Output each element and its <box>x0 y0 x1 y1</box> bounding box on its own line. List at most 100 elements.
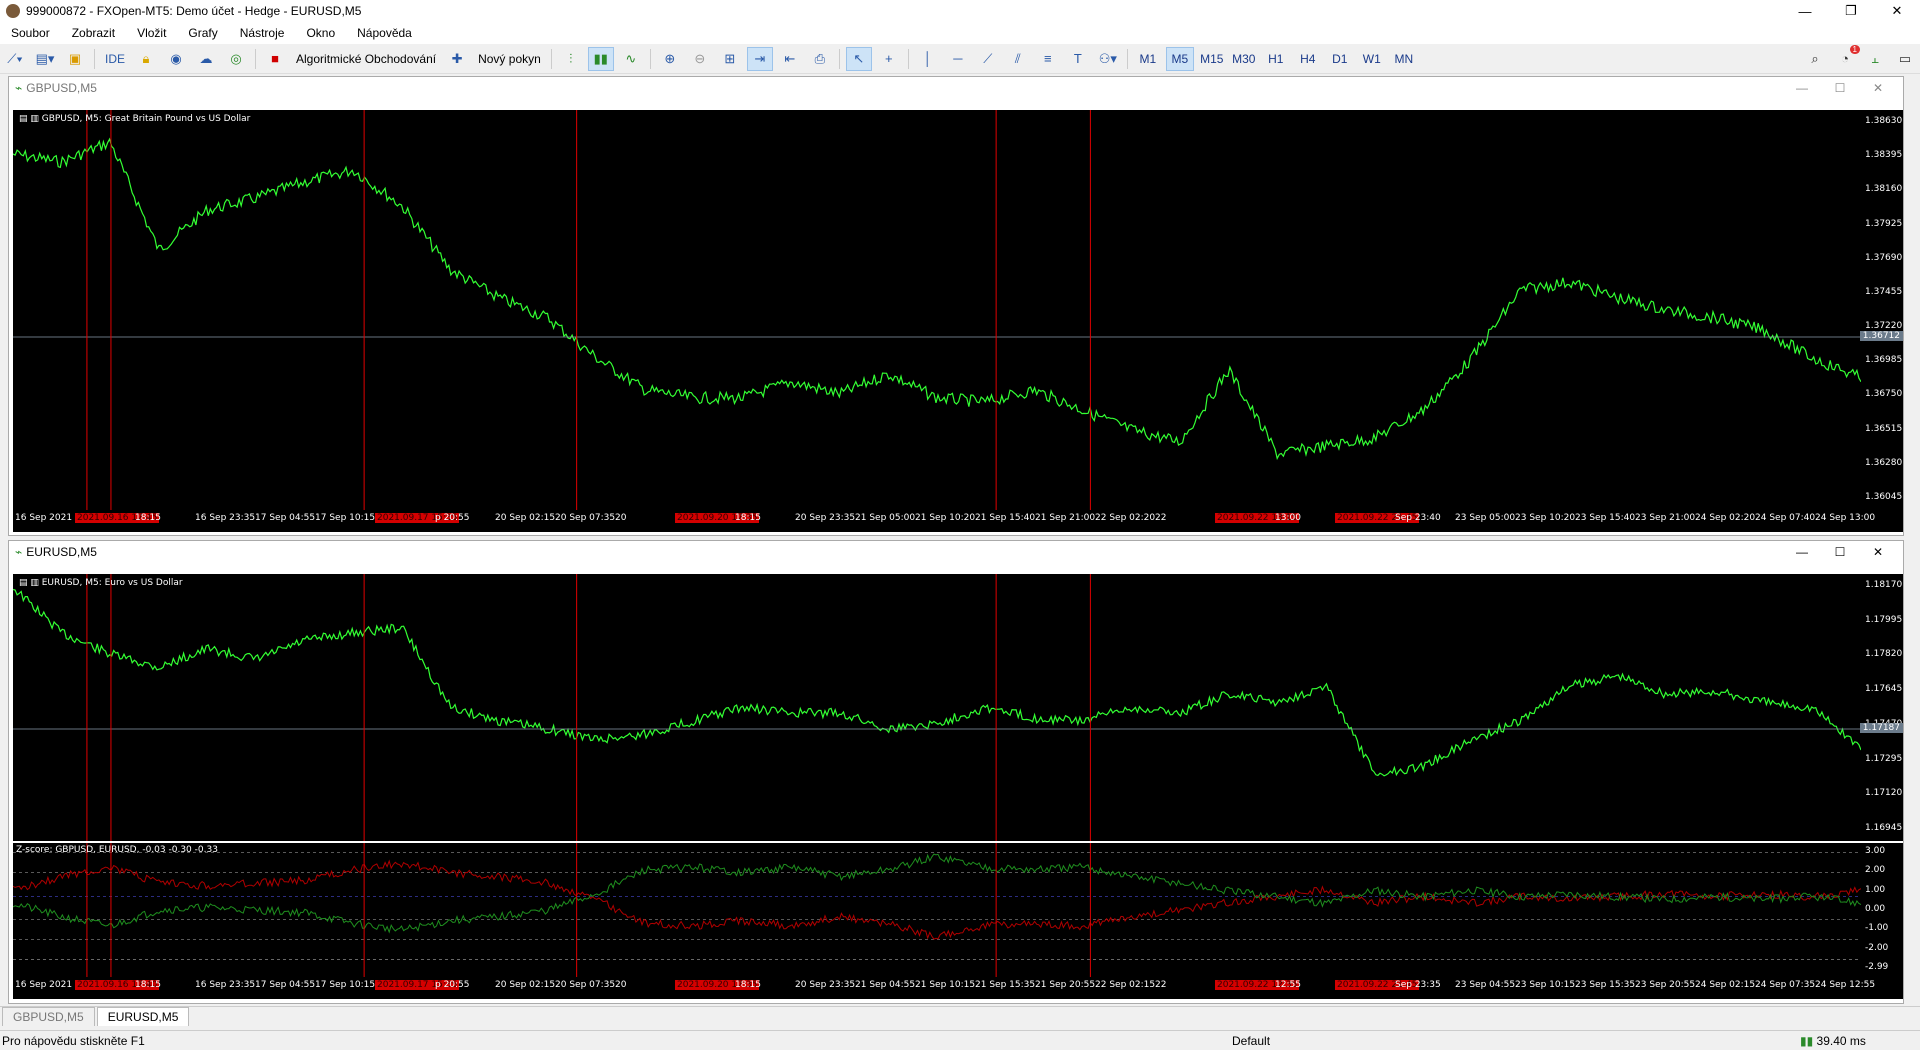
symbol-label: ▤ ▥ EURUSD, M5: Euro vs US Dollar <box>19 578 183 588</box>
toolbar-separator <box>1126 48 1128 69</box>
time-tick: 18:15 <box>735 513 761 523</box>
timeframe-m5[interactable]: M5 <box>1165 46 1194 71</box>
shapes-icon[interactable]: ⚇▾ <box>1095 47 1121 71</box>
timeframe-m15[interactable]: M15 <box>1198 47 1226 71</box>
signal-icon[interactable]: ◉ <box>163 47 189 71</box>
menu-help[interactable]: Nápověda <box>346 26 423 40</box>
time-tick: 21 Sep 10:20 <box>915 513 976 523</box>
time-tick: 17 Sep 04:55 <box>255 980 316 990</box>
market-icon[interactable]: ▣ <box>62 47 88 71</box>
search-icon[interactable]: ⌕ <box>1802 47 1828 71</box>
horizontal-line-icon[interactable]: ─ <box>945 47 971 71</box>
time-tick: 20 Sep 02:15 <box>495 980 556 990</box>
chart-window-eurusd: ⌁ EURUSD,M5 — ☐ ✕ ▤ ▥ EURUSD, M5: Euro v… <box>8 540 1904 1004</box>
zscore-indicator-pane[interactable]: Z-score: GBPUSD, EURUSD, -0.03 -0.30 -0.… <box>12 843 1862 977</box>
chart-minimize-button[interactable]: — <box>1783 541 1821 563</box>
price-line-gbpusd <box>12 137 1862 461</box>
signal-strength-icon[interactable]: ⫠ <box>1862 47 1888 71</box>
new-chart-icon[interactable]: ▤▾ <box>32 47 58 71</box>
minimize-button[interactable]: — <box>1782 0 1828 22</box>
time-tick: Sep 23:35 <box>1395 980 1441 990</box>
status-help-text: Pro nápovědu stiskněte F1 <box>2 1033 145 1048</box>
price-scale[interactable]: 1.38630 1.38395 1.38160 1.37925 1.37690 1.374… <box>1859 110 1903 510</box>
timeframe-m1[interactable]: M1 <box>1134 47 1162 71</box>
price-chart-eurusd[interactable]: ▤ ▥ EURUSD, M5: Euro vs US Dollar <box>12 574 1862 841</box>
candlestick-icon[interactable]: ▮▮ <box>587 46 614 71</box>
chart-minimize-button[interactable]: — <box>1783 77 1821 99</box>
text-icon[interactable]: T <box>1065 47 1091 71</box>
crosshair-icon[interactable]: + <box>876 47 902 71</box>
timeframe-mn[interactable]: MN <box>1390 47 1418 71</box>
channel-icon[interactable]: ⫽ <box>1005 47 1031 71</box>
new-order-button[interactable]: Nový pokyn <box>474 47 545 71</box>
time-scale[interactable]: 16 Sep 2021 2021.09.16 17:40 18:15 16 Sep 2… <box>13 977 1903 999</box>
cursor-icon[interactable]: ↖ <box>845 46 872 71</box>
price-line-eurusd <box>12 588 1862 777</box>
time-tick: 24 Sep 12:55 <box>1815 980 1876 990</box>
menu-charts[interactable]: Grafy <box>177 26 228 40</box>
chart-shift-icon[interactable]: ⇤ <box>777 47 803 71</box>
cloud-icon[interactable]: ☁ <box>193 47 219 71</box>
symbol-description: GBPUSD, M5: Great Britain Pound vs US Do… <box>41 114 251 124</box>
fibonacci-icon[interactable]: ≡ <box>1035 47 1061 71</box>
screenshot-icon[interactable]: ⎙ <box>807 47 833 71</box>
chart-window-controls: — ☐ ✕ <box>1783 541 1897 563</box>
time-tick: 20 <box>615 980 627 990</box>
time-tick: 23 Sep 15:40 <box>1575 513 1636 523</box>
price-tick: 0.00 <box>1865 904 1886 914</box>
vertical-line-icon[interactable]: │ <box>915 47 941 71</box>
chart-maximize-button[interactable]: ☐ <box>1821 541 1859 563</box>
ping-icon: ▮▮ <box>1800 1033 1817 1048</box>
timeframe-d1[interactable]: D1 <box>1326 47 1354 71</box>
toolbar-separator <box>649 48 651 69</box>
chart-window-title: GBPUSD,M5 <box>26 81 97 95</box>
algo-trading-button[interactable]: Algoritmické Obchodování <box>292 47 440 71</box>
price-chart-svg <box>12 574 1862 841</box>
time-tick: 20 <box>615 513 627 523</box>
menu-view[interactable]: Zobrazit <box>61 26 126 40</box>
tab-eurusd[interactable]: EURUSD,M5 <box>96 1007 190 1026</box>
tab-gbpusd[interactable]: GBPUSD,M5 <box>2 1007 95 1026</box>
chart-close-button[interactable]: ✕ <box>1859 541 1897 563</box>
trend-line-icon[interactable]: ⟋ <box>975 47 1001 71</box>
tile-windows-icon[interactable]: ⊞ <box>717 47 743 71</box>
price-tick: 1.36045 <box>1865 492 1903 502</box>
menu-window[interactable]: Okno <box>295 26 346 40</box>
indicators-icon[interactable]: ⟋▾ <box>2 47 28 71</box>
ide-button[interactable]: IDE <box>101 47 129 71</box>
close-button[interactable]: ✕ <box>1874 0 1920 22</box>
time-tick: 17 Sep 10:15 <box>315 513 376 523</box>
maximize-button[interactable]: ❐ <box>1828 0 1874 22</box>
bar-chart-icon[interactable]: ⫶ <box>558 47 584 71</box>
menu-insert[interactable]: Vložit <box>126 26 177 40</box>
toolbar-separator <box>255 48 257 69</box>
timeframe-h4[interactable]: H4 <box>1294 47 1322 71</box>
time-tick: 23 Sep 15:35 <box>1575 980 1636 990</box>
indicator-scale[interactable]: 3.00 2.00 1.00 0.00 -1.00 -2.00 -2.99 <box>1861 843 1903 977</box>
time-scale[interactable]: 16 Sep 2021 2021.09.16 17:45 18:15 16 Sep 2… <box>13 510 1903 532</box>
timeframe-m30[interactable]: M30 <box>1230 47 1258 71</box>
chart-maximize-button[interactable]: ☐ <box>1821 77 1859 99</box>
price-chart-gbpusd[interactable]: ▤ ▥ GBPUSD, M5: Great Britain Pound vs U… <box>12 110 1862 510</box>
time-tick: 18:15 <box>735 980 761 990</box>
zoom-out-icon[interactable]: ⊖ <box>687 47 713 71</box>
price-tick: 1.17995 <box>1865 614 1903 625</box>
menu-tools[interactable]: Nástroje <box>229 26 296 40</box>
menu-file[interactable]: Soubor <box>0 26 61 40</box>
auto-scroll-icon[interactable]: ⇥ <box>746 46 773 71</box>
account-icon[interactable]: ▭ <box>1892 47 1918 71</box>
vps-icon[interactable]: ◎ <box>223 47 249 71</box>
window-title: 999000872 - FXOpen-MT5: Demo účet - Hedg… <box>26 4 362 18</box>
lock-icon[interactable]: 🔒︎ <box>133 47 159 71</box>
zoom-in-icon[interactable]: ⊕ <box>657 47 683 71</box>
line-chart-icon[interactable]: ∿ <box>618 47 644 71</box>
notifications-icon[interactable]: ◔ 1 <box>1832 44 1860 71</box>
timeframe-w1[interactable]: W1 <box>1358 47 1386 71</box>
timeframe-h1[interactable]: H1 <box>1262 47 1290 71</box>
price-scale[interactable]: 1.181701.179951.178201.176451.174701.172… <box>1859 574 1903 841</box>
time-tick: 24 Sep 07:35 <box>1755 980 1816 990</box>
toolbar-separator <box>907 48 909 69</box>
status-ping: ▮▮ 39.40 ms <box>1800 1034 1866 1048</box>
menu-bar: Soubor Zobrazit Vložit Grafy Nástroje Ok… <box>0 22 1920 44</box>
chart-close-button[interactable]: ✕ <box>1859 77 1897 99</box>
